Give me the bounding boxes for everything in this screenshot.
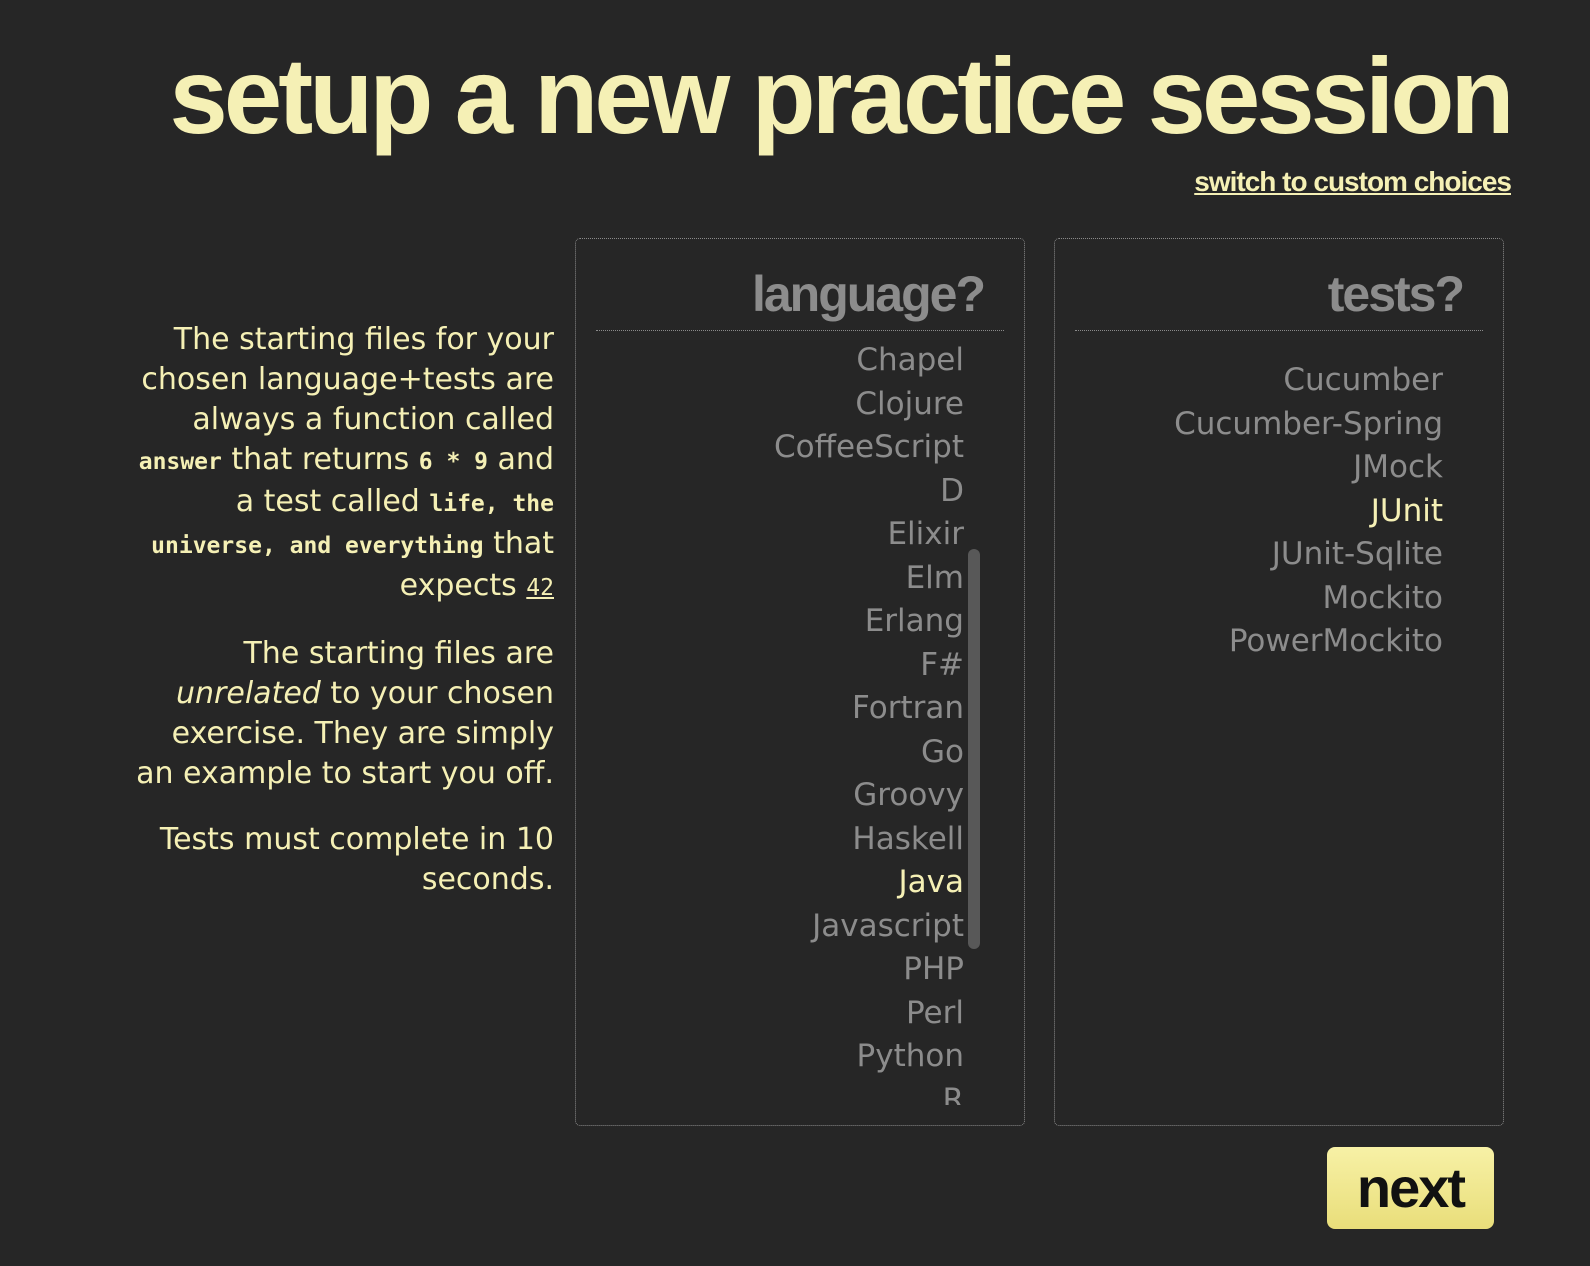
page-title: setup a new practice session [169,35,1515,156]
language-list[interactable]: Chapel Clojure CoffeeScript D Elixir Elm Erlan… [604,339,964,1105]
tests-item[interactable]: Mockito [1083,577,1443,621]
expected-value: 42 [526,575,554,601]
tests-heading-text: tests? [1327,266,1465,322]
info-paragraph-files: The starting files for your chosen langu… [130,320,554,608]
language-item[interactable]: Chapel [604,339,964,383]
info-text-segment: The starting files are [243,636,554,671]
code-expression: 6 * 9 [418,449,488,475]
language-item[interactable]: Elm [604,557,964,601]
tests-panel-heading: tests? [1075,265,1483,331]
language-panel: language? Chapel Clojure CoffeeScript D Elix… [575,238,1025,1126]
tests-item[interactable]: Cucumber [1083,359,1443,403]
language-item[interactable]: Javascript [604,905,964,949]
language-item[interactable]: Erlang [604,600,964,644]
tests-panel: tests? Cucumber Cucumber-Spring JMock JUnit… [1054,238,1504,1126]
info-text-segment: that returns [231,442,410,477]
language-item[interactable]: Groovy [604,774,964,818]
info-text-segment: The starting files for your chosen langu… [141,322,554,437]
language-panel-heading: language? [596,265,1004,331]
language-item[interactable]: Java [604,861,964,905]
tests-item[interactable]: Cucumber-Spring [1083,403,1443,447]
next-button[interactable]: next [1327,1147,1494,1229]
info-emphasis: unrelated [176,676,321,711]
language-item[interactable]: R [604,1079,964,1106]
language-item[interactable]: Go [604,731,964,775]
language-item[interactable]: Clojure [604,383,964,427]
info-paragraph-timeout: Tests must complete in 10 seconds. [159,822,554,897]
language-item[interactable]: PHP [604,948,964,992]
tests-item[interactable]: PowerMockito [1083,620,1443,664]
language-item[interactable]: Fortran [604,687,964,731]
language-list-scrollbar[interactable] [968,549,980,949]
language-item[interactable]: Haskell [604,818,964,862]
switch-to-custom-choices-link[interactable]: switch to custom choices [1194,166,1512,198]
language-heading-text: language? [751,266,986,322]
language-item[interactable]: D [604,470,964,514]
tests-item[interactable]: JUnit [1083,490,1443,534]
info-paragraph-unrelated: The starting files are unrelated to your… [130,634,554,794]
language-item[interactable]: F# [604,644,964,688]
language-item[interactable]: Python [604,1035,964,1079]
language-item[interactable]: CoffeeScript [604,426,964,470]
language-item[interactable]: Elixir [604,513,964,557]
tests-item[interactable]: JMock [1083,446,1443,490]
info-text: The starting files for your chosen langu… [130,320,554,926]
tests-item[interactable]: JUnit-Sqlite [1083,533,1443,577]
language-item[interactable]: Perl [604,992,964,1036]
code-answer: answer [138,449,222,475]
tests-list[interactable]: Cucumber Cucumber-Spring JMock JUnit JUnit-S… [1083,359,1443,1105]
